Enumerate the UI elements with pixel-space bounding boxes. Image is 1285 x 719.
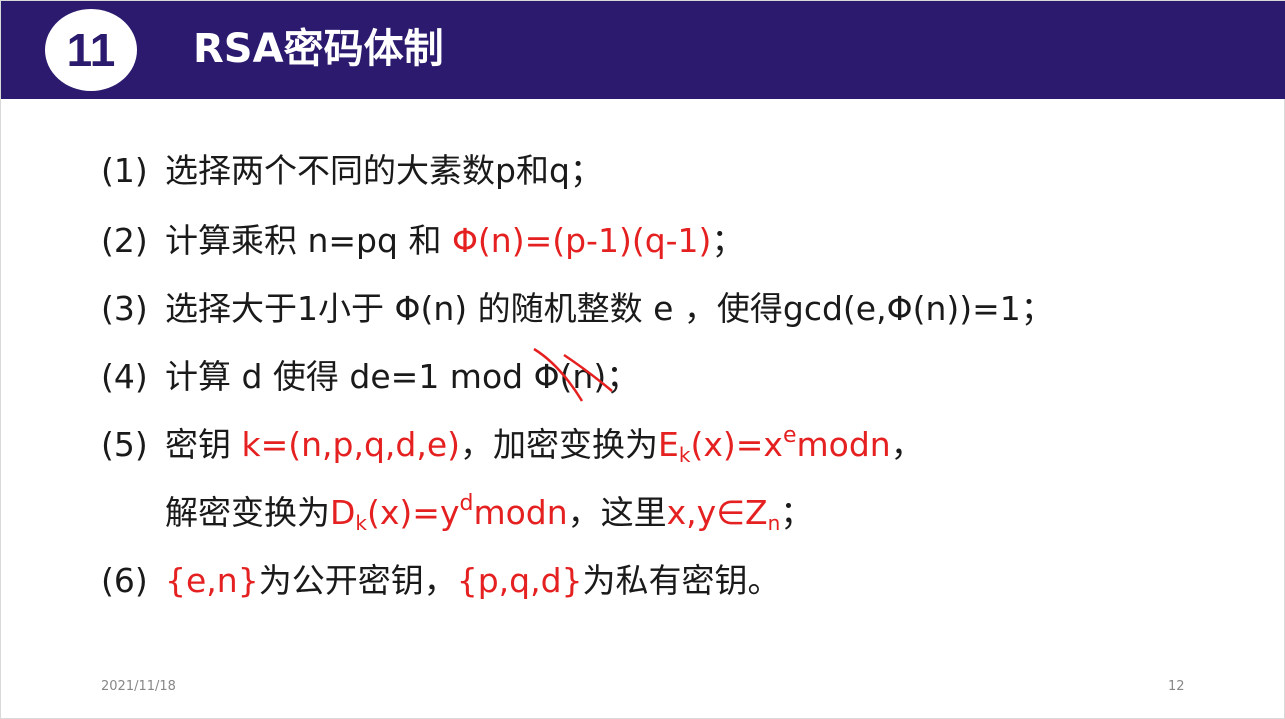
private-key: {p,q,d} <box>456 561 583 600</box>
step-text: 为私有密钥。 <box>582 561 781 600</box>
step-4: (4) 计算 d 使得 de=1 mod Φ(n)； <box>101 347 640 402</box>
step-text: 密钥 <box>165 425 242 464</box>
step-text: 为公开密钥， <box>258 561 457 600</box>
footer-date: 2021/11/18 <box>101 679 176 694</box>
section-number-badge: 11 <box>45 9 137 91</box>
step-text: ，这里 <box>567 493 667 532</box>
step-3: (3) 选择大于1小于 Φ(n) 的随机整数 e ，使得gcd(e,Φ(n))=1… <box>101 287 1054 331</box>
decrypt-formula: Dk(x)=ydmodn <box>330 491 568 535</box>
step-punct: ； <box>780 493 814 532</box>
step-text: 计算乘积 n=pq 和 <box>165 221 452 260</box>
step-5: (5) 密钥 k=(n,p,q,d,e)，加密变换为Ek(x)=xemodn， <box>101 423 924 467</box>
header-bar: 11 RSA密码体制 <box>1 1 1285 99</box>
step-text: 选择两个不同的大素数p和q； <box>165 151 603 190</box>
step-punct: ， <box>890 425 924 464</box>
step-1: (1) 选择两个不同的大素数p和q； <box>101 149 603 193</box>
encrypt-formula: Ek(x)=xemodn <box>658 423 891 467</box>
step-number: (5) <box>101 425 148 464</box>
step-punct: ； <box>606 357 640 396</box>
phi-formula: Φ(n)=(p-1)(q-1) <box>451 221 712 260</box>
key-tuple: k=(n,p,q,d,e) <box>241 425 461 464</box>
step-number: (2) <box>101 221 148 260</box>
step-5-cont: 解密变换为Dk(x)=ydmodn，这里x,y∈Zn； <box>165 491 813 535</box>
step-text: ，加密变换为 <box>460 425 659 464</box>
step-punct: ； <box>711 221 745 260</box>
step-text: 计算 d 使得 de=1 mod <box>165 357 534 396</box>
slide: 11 RSA密码体制 (1) 选择两个不同的大素数p和q； (2) 计算乘积 n=p… <box>0 0 1285 719</box>
slide-title: RSA密码体制 <box>193 26 444 72</box>
step-6: (6) {e,n}为公开密钥，{p,q,d}为私有密钥。 <box>101 559 781 603</box>
public-key: {e,n} <box>165 561 259 600</box>
crossed-phi-text: Φ(n) <box>533 357 607 396</box>
step-number: (3) <box>101 289 148 328</box>
step-text: 选择大于1小于 Φ(n) 的随机整数 e ，使得gcd(e,Φ(n))=1； <box>165 289 1054 328</box>
page-number: 12 <box>1168 679 1185 694</box>
step-2: (2) 计算乘积 n=pq 和 Φ(n)=(p-1)(q-1)； <box>101 219 744 263</box>
step-number: (6) <box>101 561 148 600</box>
step-number: (4) <box>101 357 148 396</box>
domain-formula: x,y∈Zn <box>666 493 781 535</box>
step-number: (1) <box>101 151 148 190</box>
crossed-phi: Φ(n) <box>532 347 613 402</box>
step-text: 解密变换为 <box>165 493 330 532</box>
